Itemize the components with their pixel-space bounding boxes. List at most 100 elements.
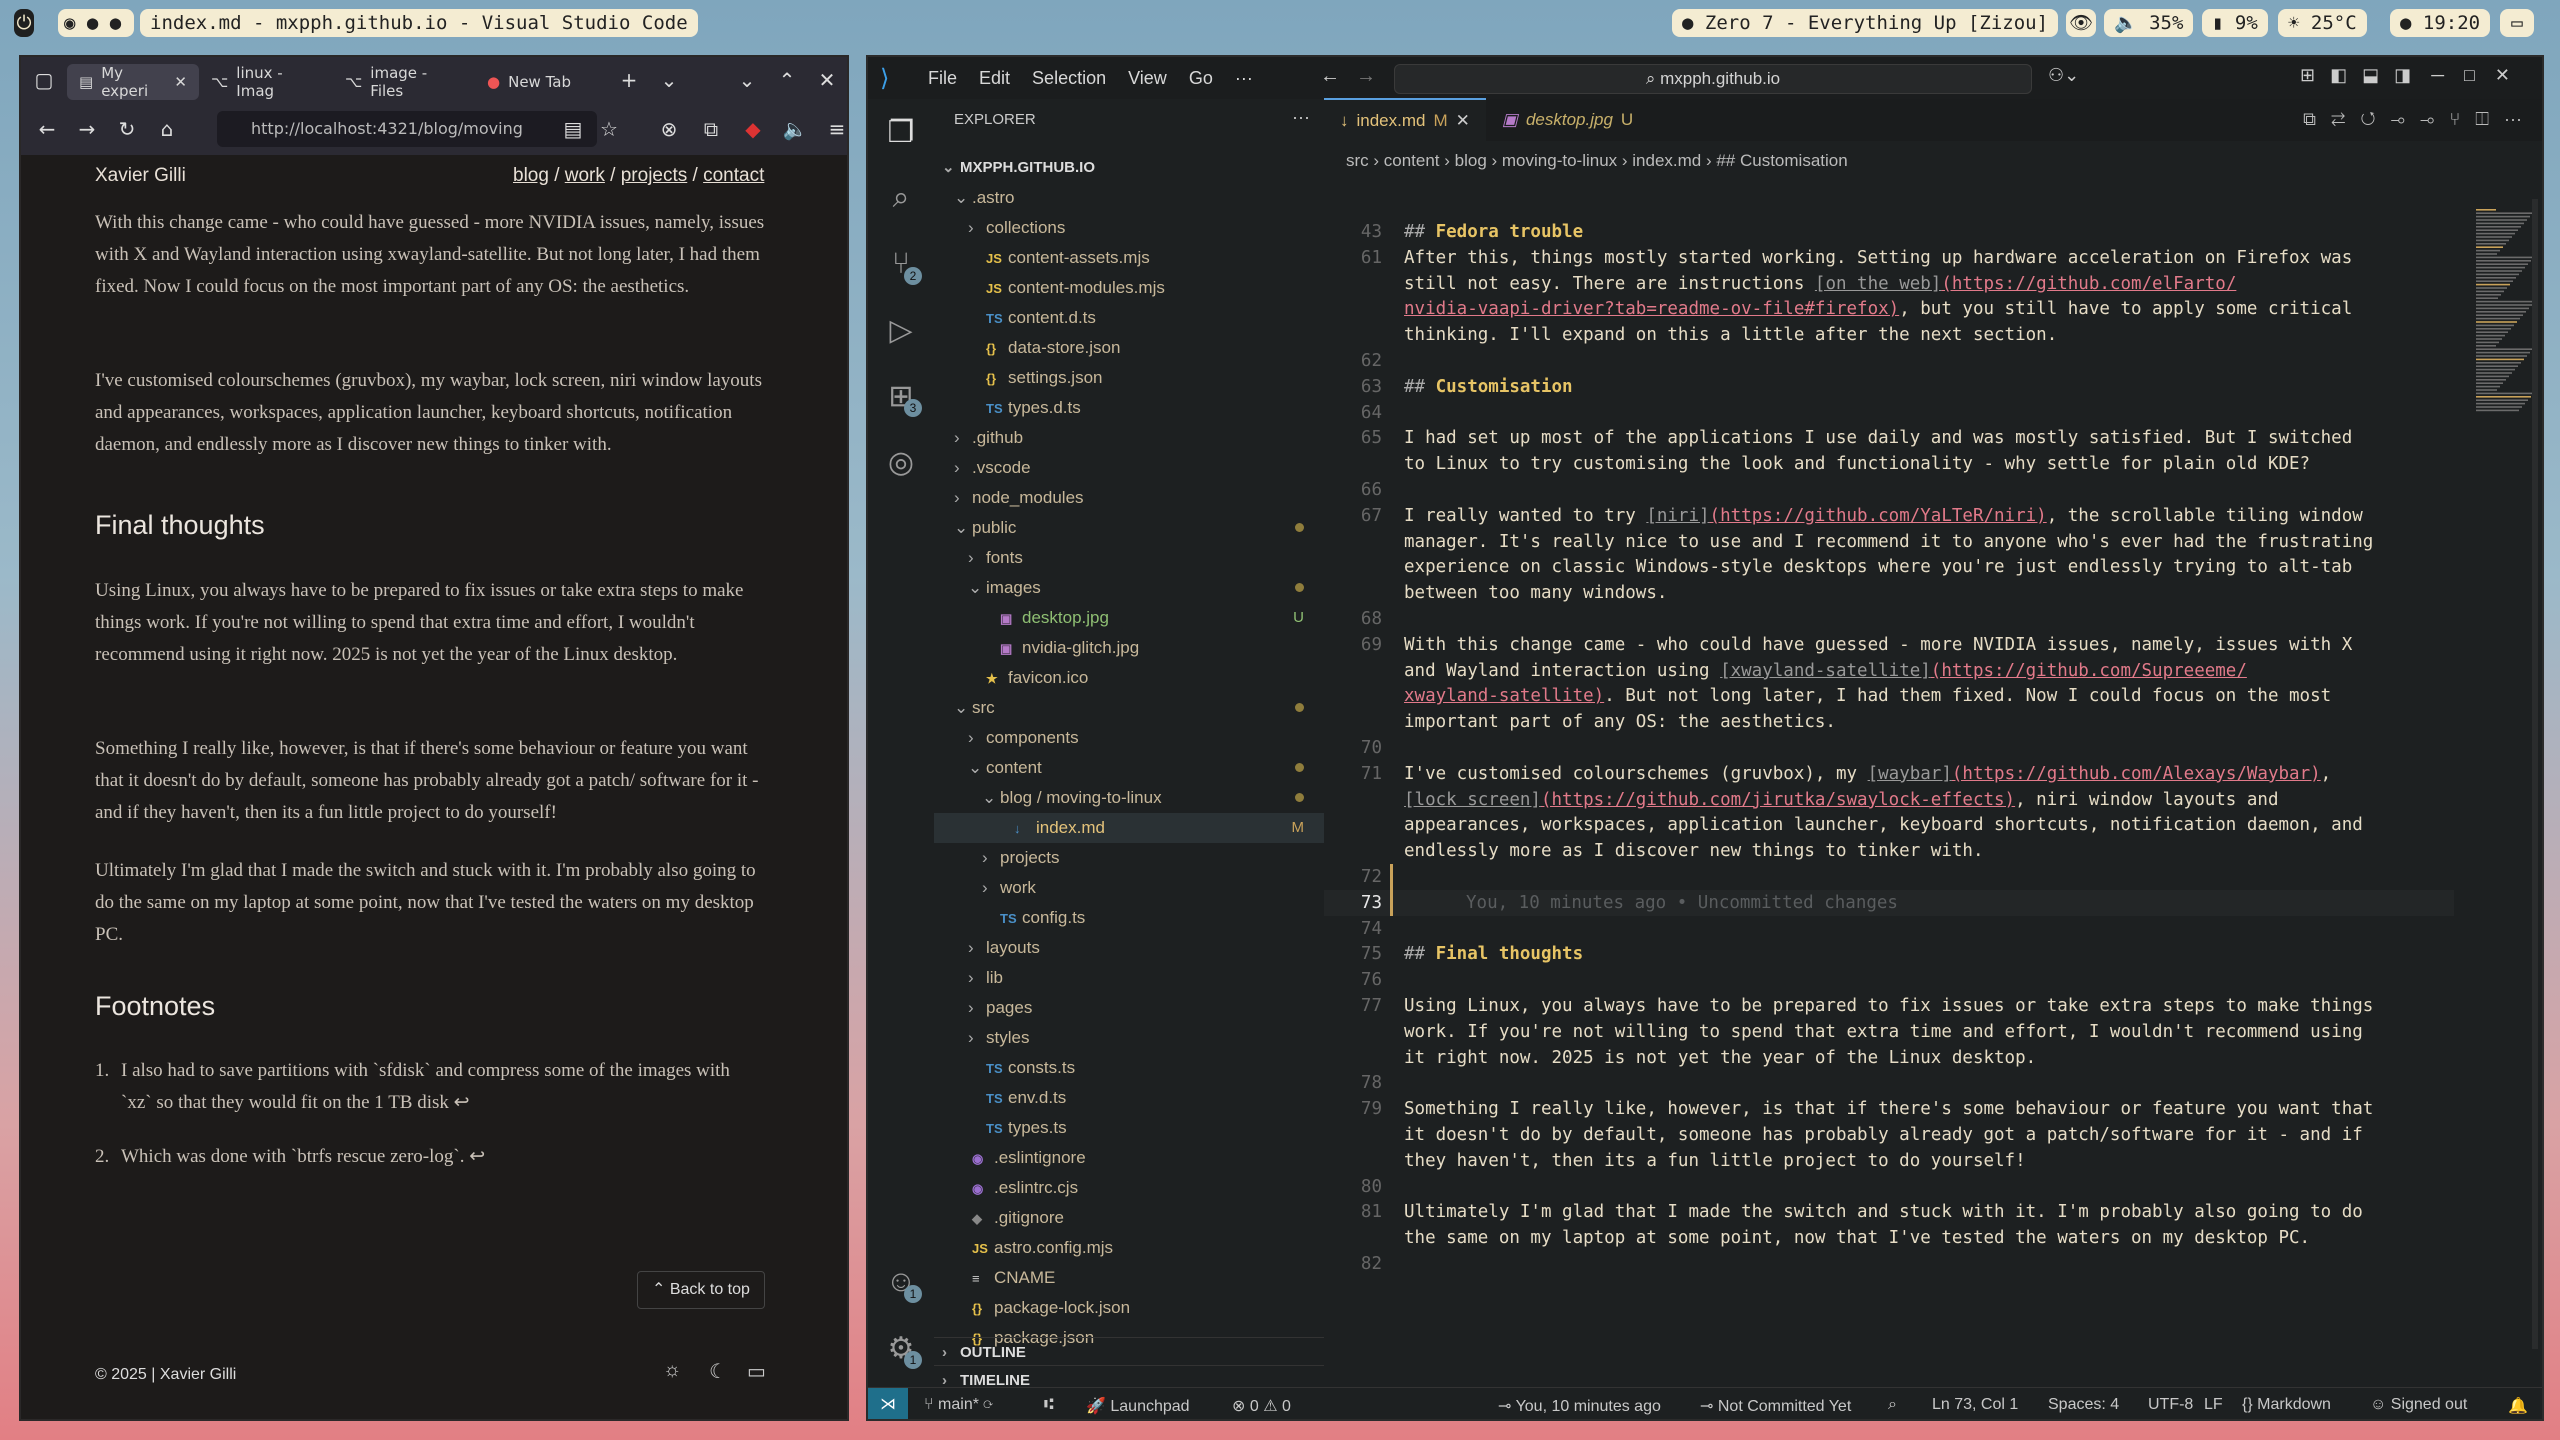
code-line[interactable]: 63 ## Customisation	[1324, 374, 2454, 400]
command-center[interactable]: ⌕ mxpph.github.io	[1394, 64, 2032, 94]
tree-item[interactable]: TS consts.ts	[934, 1053, 1324, 1083]
code-line[interactable]: it doesn't do by default, someone has pr…	[1324, 1122, 2454, 1148]
tree-item[interactable]: › pages	[934, 993, 1324, 1023]
maximize-icon[interactable]: ⌃	[767, 60, 807, 100]
battery-widget[interactable]: ▮ 9%	[2202, 9, 2268, 37]
maximize-icon[interactable]: □	[2464, 65, 2475, 85]
menu-more[interactable]: ···	[1235, 68, 1253, 89]
url-bar[interactable]: http://localhost:4321/blog/moving	[217, 111, 597, 147]
tree-item[interactable]: › components	[934, 723, 1324, 753]
code-line[interactable]: 75 ## Final thoughts	[1324, 941, 2454, 967]
back-icon[interactable]: ←	[27, 109, 67, 149]
timeline-back-icon[interactable]: ↺	[2360, 109, 2375, 129]
code-line[interactable]: it right now. 2025 is not yet the year o…	[1324, 1045, 2454, 1071]
tree-item[interactable]: TS types.d.ts	[934, 393, 1324, 423]
code-line[interactable]: nvidia-vaapi-driver?tab=readme-ov-file#f…	[1324, 296, 2454, 322]
tab-my-experience[interactable]: ▤ My experi ✕	[67, 64, 199, 100]
tree-item[interactable]: ◆ .gitignore	[934, 1203, 1324, 1233]
extensions-icon[interactable]: ⊞ 3	[868, 363, 934, 429]
remote-indicator-icon[interactable]: ⋊	[868, 1388, 908, 1419]
tab-linux-images[interactable]: ⌥ linux - Imag	[199, 64, 333, 100]
code-line[interactable]: 64	[1324, 400, 2454, 426]
code-line[interactable]: 78	[1324, 1070, 2454, 1096]
tree-item[interactable]: JS content-modules.mjs	[934, 273, 1324, 303]
tree-item[interactable]: TS config.ts	[934, 903, 1324, 933]
indentation[interactable]: Spaces: 4	[2048, 1396, 2119, 1414]
tree-item[interactable]: {} data-store.json	[934, 333, 1324, 363]
code-line[interactable]: 79 Something I really like, however, is t…	[1324, 1096, 2454, 1122]
tree-item[interactable]: ⌄ content	[934, 753, 1324, 783]
code-line[interactable]: thinking. I'll expand on this a little a…	[1324, 322, 2454, 348]
dark-theme-icon[interactable]: ☾	[709, 1359, 727, 1384]
tree-item[interactable]: ≡ CNAME	[934, 1263, 1324, 1293]
commit-icon[interactable]: ⊸	[2391, 109, 2405, 129]
commit-indicator[interactable]: ⊸ Not Committed Yet	[1700, 1396, 1851, 1416]
forward-icon[interactable]: →	[67, 109, 107, 149]
tree-item[interactable]: TS content.d.ts	[934, 303, 1324, 333]
code-line[interactable]: still not easy. There are instructions […	[1324, 271, 2454, 297]
workspace-indicator[interactable]: ◉ ● ●	[58, 9, 134, 37]
tree-item[interactable]: JS content-assets.mjs	[934, 243, 1324, 273]
tree-item[interactable]: › node_modules	[934, 483, 1324, 513]
tree-item[interactable]: ▣ nvidia-glitch.jpg	[934, 633, 1324, 663]
code-line[interactable]: endlessly more as I discover new things …	[1324, 838, 2454, 864]
clock-widget[interactable]: ● 19:20	[2390, 9, 2491, 37]
weather-widget[interactable]: ☀ 25°C	[2278, 9, 2367, 37]
tree-item[interactable]: › projects	[934, 843, 1324, 873]
toggle-sidebar-icon[interactable]: ◧	[2330, 65, 2347, 85]
code-line[interactable]: they haven't, then its a fun little proj…	[1324, 1148, 2454, 1174]
branch-indicator[interactable]: ⑂ main* ⟳	[924, 1396, 993, 1414]
toggle-panel-icon[interactable]: ⬓	[2362, 65, 2379, 85]
notifications-bell-icon[interactable]: 🔔	[2508, 1396, 2528, 1416]
nav-contact-link[interactable]: contact	[703, 165, 764, 186]
extensions-icon[interactable]: ⧉	[691, 109, 731, 149]
system-theme-icon[interactable]: ▭	[747, 1359, 766, 1384]
minimap[interactable]	[2474, 209, 2536, 419]
tree-item[interactable]: TS types.ts	[934, 1113, 1324, 1143]
code-line[interactable]: the same on my laptop at some point, now…	[1324, 1225, 2454, 1251]
code-line[interactable]: to Linux to try customising the look and…	[1324, 451, 2454, 477]
code-line[interactable]: 70	[1324, 735, 2454, 761]
compare-changes-icon[interactable]: ⇄	[2331, 109, 2345, 129]
tree-item[interactable]: ◉ .eslintignore	[934, 1143, 1324, 1173]
tree-item[interactable]: › .vscode	[934, 453, 1324, 483]
code-line[interactable]: xwayland-satellite). But not long later,…	[1324, 683, 2454, 709]
close-icon[interactable]: ✕	[2495, 65, 2510, 85]
minimize-icon[interactable]: ─	[2431, 65, 2444, 85]
breadcrumb[interactable]: src › content › blog › moving-to-linux ›…	[1346, 151, 1848, 171]
site-name[interactable]: Xavier Gilli	[95, 165, 186, 187]
run-debug-icon[interactable]: ▷	[868, 297, 934, 363]
outline-section[interactable]: › OUTLINE	[934, 1337, 1324, 1368]
more-actions-icon[interactable]: ···	[2504, 109, 2522, 129]
menu-file[interactable]: File	[928, 68, 957, 89]
nav-work-link[interactable]: work	[565, 165, 605, 186]
volume-widget[interactable]: 🔈 35%	[2104, 9, 2194, 37]
close-tab-icon[interactable]: ✕	[174, 73, 187, 91]
tab-image-files[interactable]: ⌥ image - Files	[333, 64, 475, 100]
power-icon[interactable]: ⏻	[14, 9, 34, 37]
line-ending[interactable]: LF	[2204, 1396, 2223, 1414]
tree-item[interactable]: ⌄ .astro	[934, 183, 1324, 213]
menu-edit[interactable]: Edit	[979, 68, 1010, 89]
customize-layout-icon[interactable]: ⊞	[2300, 65, 2315, 85]
home-icon[interactable]: ⌂	[147, 109, 187, 149]
code-line[interactable]: 67 I really wanted to try [niri](https://…	[1324, 503, 2454, 529]
code-line[interactable]: 62	[1324, 348, 2454, 374]
reader-view-icon[interactable]: ▤	[553, 109, 593, 149]
nav-projects-link[interactable]: projects	[621, 165, 688, 186]
code-line[interactable]: experience on classic Windows-style desk…	[1324, 554, 2454, 580]
reload-icon[interactable]: ↻	[107, 109, 147, 149]
remote-explorer-icon[interactable]: ◎	[868, 429, 934, 495]
tab-desktop-jpg[interactable]: ▣ desktop.jpg U	[1486, 99, 1649, 141]
settings-gear-icon[interactable]: ⚙ 1	[868, 1315, 934, 1381]
code-line[interactable]: work. If you're not willing to spend tha…	[1324, 1019, 2454, 1045]
code-line[interactable]: between too many windows.	[1324, 580, 2454, 606]
tree-item[interactable]: ★ favicon.ico	[934, 663, 1324, 693]
nav-blog-link[interactable]: blog	[513, 165, 549, 186]
language-mode[interactable]: {} Markdown	[2242, 1396, 2331, 1414]
tree-item[interactable]: {} settings.json	[934, 363, 1324, 393]
code-line[interactable]: 77 Using Linux, you always have to be pre…	[1324, 993, 2454, 1019]
search-icon[interactable]: ⌕	[868, 165, 934, 231]
code-line[interactable]: 81 Ultimately I'm glad that I made the sw…	[1324, 1199, 2454, 1225]
code-line[interactable]: 61 After this, things mostly started work…	[1324, 245, 2454, 271]
